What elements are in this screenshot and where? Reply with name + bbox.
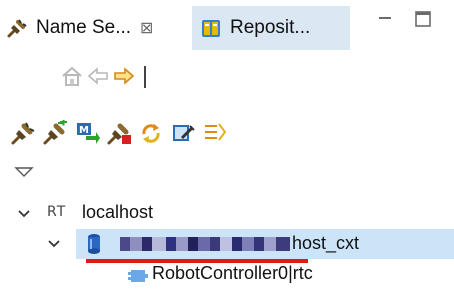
forward-arrow-icon[interactable] — [112, 64, 136, 88]
component-icon — [128, 267, 148, 285]
repository-icon — [200, 17, 222, 39]
action-toolbar: M — [0, 116, 454, 152]
tree-node-label: RobotController0|rtc — [152, 263, 313, 283]
home-icon[interactable] — [60, 64, 84, 88]
navigation-toolbar — [0, 56, 454, 96]
tab-name-service-label: Name Se... — [36, 17, 132, 38]
tree-node-label: localhost — [82, 202, 154, 222]
expand-chevron-icon[interactable] — [16, 206, 32, 222]
tree-node-component[interactable]: RobotController0|rtc — [0, 259, 454, 289]
tree-node-label: host_cxt — [292, 233, 360, 253]
name-service-tree: RT localhost host_cxt RobotController0|r… — [0, 196, 454, 290]
database-icon — [86, 233, 102, 255]
tree-node-localhost[interactable]: RT localhost — [0, 199, 454, 229]
expand-chevron-icon[interactable] — [46, 236, 62, 252]
filter-icon[interactable] — [202, 120, 228, 146]
edit-icon[interactable] — [170, 120, 196, 146]
tree-node-context[interactable]: host_cxt — [0, 229, 454, 259]
maximize-icon[interactable] — [412, 8, 434, 30]
close-icon[interactable]: ⊠ — [140, 18, 153, 38]
refresh-icon[interactable] — [138, 120, 164, 146]
tab-repository-label: Reposit... — [230, 17, 311, 38]
view-tab-bar: Name Se... ⊠ Reposit... — [0, 0, 454, 56]
tab-repository[interactable]: Reposit... — [192, 6, 350, 50]
plug-icon — [6, 17, 28, 39]
manager-icon[interactable]: M — [74, 120, 100, 146]
minimize-icon[interactable] — [374, 8, 396, 30]
tab-name-service[interactable]: Name Se... ⊠ — [6, 6, 190, 50]
add-nameserver-icon[interactable] — [42, 118, 68, 146]
rt-badge-icon: RT — [47, 204, 67, 220]
chevron-down-icon[interactable] — [12, 163, 36, 181]
disconnect-plug-icon[interactable] — [106, 120, 132, 146]
back-arrow-icon[interactable] — [86, 64, 110, 88]
connect-plug-icon[interactable] — [10, 120, 36, 146]
svg-text:M: M — [79, 125, 89, 136]
obscured-hostname — [120, 235, 290, 253]
toolbar-separator — [144, 66, 146, 88]
